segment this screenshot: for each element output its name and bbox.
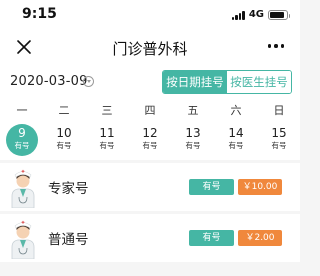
date-picker: 9 有号 10 有号 11 有号 12 有号 13 有号 14 有号 15 有号 xyxy=(0,124,300,156)
date-number: 13 xyxy=(185,126,201,140)
weekday-label: 六 xyxy=(230,104,242,117)
date-number: 15 xyxy=(271,126,287,140)
date-cell[interactable]: 15 有号 xyxy=(263,124,295,156)
date-cell[interactable]: 13 有号 xyxy=(177,124,209,156)
chevron-down-circle-icon[interactable] xyxy=(83,76,94,87)
weekday-label: 二 xyxy=(58,104,70,117)
registration-item-expert[interactable]: 专家号 有号 ￥10.00 xyxy=(0,163,300,211)
date-cell[interactable]: 10 有号 xyxy=(48,124,80,156)
more-icon[interactable] xyxy=(267,44,284,48)
date-cell[interactable]: 11 有号 xyxy=(91,124,123,156)
availability-badge: 有号 xyxy=(189,230,234,246)
date-status: 有号 xyxy=(14,141,30,150)
nav-bar: 门诊普外科 xyxy=(0,30,300,64)
date-status: 有号 xyxy=(142,141,158,150)
battery-icon xyxy=(268,10,290,20)
mode-tabs: 按日期挂号 按医生挂号 xyxy=(162,70,292,94)
availability-badge: 有号 xyxy=(189,179,234,195)
price-badge: ￥2.00 xyxy=(238,230,282,246)
date-number: 9 xyxy=(18,126,26,140)
registration-name: 普通号 xyxy=(48,232,89,248)
signal-icon xyxy=(231,10,245,20)
price-badge: ￥10.00 xyxy=(238,179,282,195)
date-number: 12 xyxy=(142,126,158,140)
weekday-label: 一 xyxy=(16,104,28,117)
doctor-avatar-icon xyxy=(9,217,37,260)
tab-by-date[interactable]: 按日期挂号 xyxy=(163,71,227,93)
date-number: 11 xyxy=(99,126,115,140)
date-cell[interactable]: 12 有号 xyxy=(134,124,166,156)
weekday-label: 五 xyxy=(187,104,199,117)
date-status: 有号 xyxy=(56,141,72,150)
registration-name: 专家号 xyxy=(48,181,89,197)
date-status: 有号 xyxy=(228,141,244,150)
status-icons: 4G xyxy=(231,9,290,21)
date-cell-selected[interactable]: 9 有号 xyxy=(6,124,38,156)
page-title: 门诊普外科 xyxy=(112,40,188,58)
date-bar: 2020-03-09 按日期挂号 按医生挂号 xyxy=(0,70,300,96)
date-number: 10 xyxy=(56,126,72,140)
registration-item-regular[interactable]: 普通号 有号 ￥2.00 xyxy=(0,214,300,262)
tab-by-doctor[interactable]: 按医生挂号 xyxy=(227,71,291,93)
battery-fill xyxy=(270,12,284,18)
date-number: 14 xyxy=(228,126,244,140)
weekday-label: 日 xyxy=(273,104,285,117)
weekday-label: 三 xyxy=(101,104,113,117)
date-status: 有号 xyxy=(185,141,201,150)
doctor-avatar-icon xyxy=(9,166,37,209)
date-cell[interactable]: 14 有号 xyxy=(220,124,252,156)
network-type: 4G xyxy=(248,9,264,20)
status-bar: 9:15 4G xyxy=(0,0,300,28)
status-time: 9:15 xyxy=(22,6,57,22)
date-status: 有号 xyxy=(271,141,287,150)
header-area: 9:15 4G 门诊普外科 2020-03-09 按日期挂号 按医生挂号 一 二… xyxy=(0,0,300,160)
date-status: 有号 xyxy=(99,141,115,150)
current-date[interactable]: 2020-03-09 xyxy=(10,74,88,89)
weekday-label: 四 xyxy=(144,104,156,117)
weekday-header: 一 二 三 四 五 六 日 xyxy=(0,102,300,118)
